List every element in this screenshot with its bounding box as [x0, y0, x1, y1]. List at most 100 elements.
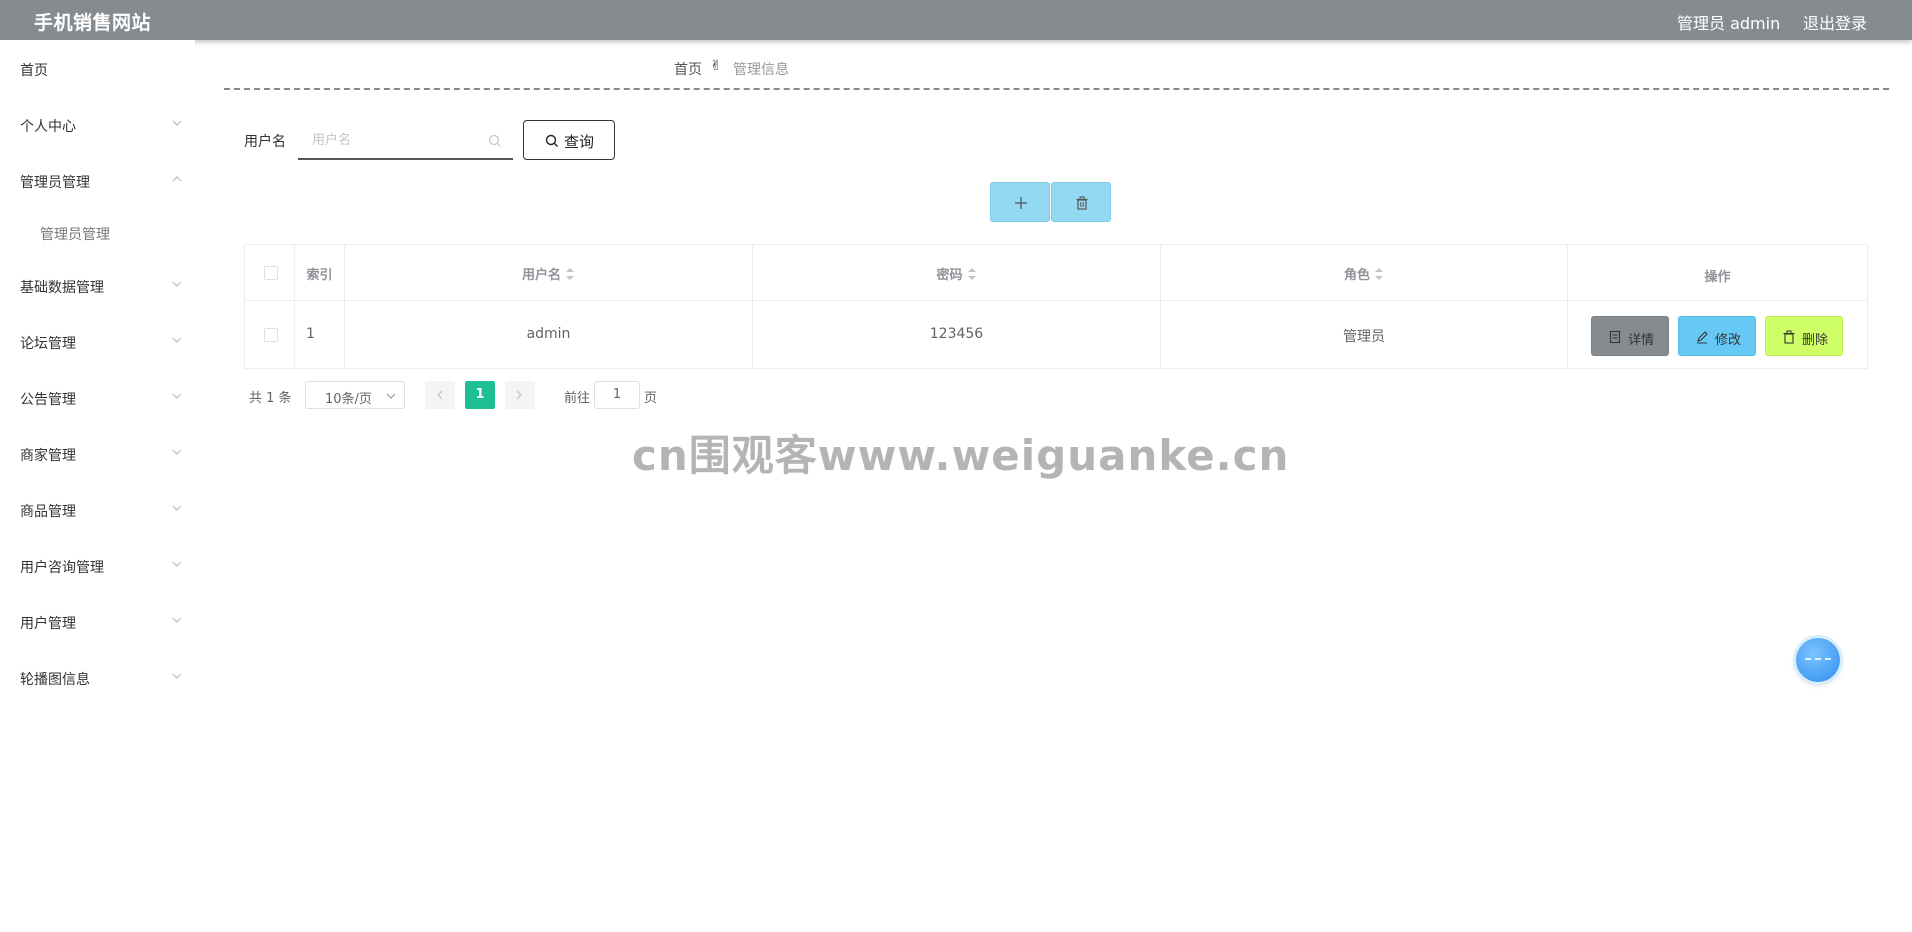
search-username-input[interactable] [298, 122, 488, 158]
sidebar-item-label: 管理员管理 [20, 175, 90, 191]
chevron-down-icon [170, 117, 184, 131]
pagination: 共 1 条 10条/页 1 前往 1 页 [244, 381, 744, 409]
chevron-down-icon [170, 614, 184, 628]
page-number-current[interactable]: 1 [465, 381, 495, 409]
sidebar-item-label: 管理员管理 [40, 227, 110, 243]
sidebar-item-label: 轮播图信息 [20, 672, 90, 688]
plus-icon [1015, 197, 1027, 209]
header-select-all-cell [245, 245, 295, 300]
pagination-total: 共 1 条 [249, 391, 292, 406]
sidebar-item-label: 用户咨询管理 [20, 560, 104, 576]
column-header-index: 索引 [295, 245, 345, 300]
column-label: 密码 [936, 268, 963, 283]
logout-link[interactable]: 退出登录 [1803, 10, 1867, 34]
sidebar-menu: 首页 个人中心 管理员管理 管理员管理 基础数据管理 论坛管理 公告管理 商家管… [0, 40, 195, 932]
top-header: 手机销售网站 管理员 admin 退出登录 [0, 0, 1912, 40]
goto-suffix: 页 [644, 391, 658, 406]
chevron-down-icon [170, 278, 184, 292]
sort-icon[interactable] [967, 267, 977, 281]
chevron-left-icon [437, 390, 443, 400]
cell-role: 管理员 [1161, 300, 1568, 368]
sidebar-item-product[interactable]: 商品管理 [0, 490, 195, 530]
column-header-actions: 操作 [1704, 270, 1731, 285]
edit-button[interactable]: 修改 [1678, 316, 1756, 356]
chevron-right-icon [516, 390, 522, 400]
next-page-button[interactable] [505, 381, 535, 409]
cell-username: admin [345, 300, 753, 368]
current-user-label: 管理员 admin [1677, 14, 1781, 33]
goto-label: 前往 [564, 391, 591, 406]
cell-actions: 详情 修改 删除 [1568, 300, 1867, 368]
column-header-role[interactable]: 角色 [1161, 245, 1568, 300]
sidebar-item-label: 公告管理 [20, 392, 76, 408]
trash-icon [1783, 330, 1795, 344]
breadcrumb-divider [224, 88, 1889, 90]
row-select-cell [245, 300, 295, 368]
watermark-text: cn围观客www.weiguanke.cn [632, 431, 1290, 480]
sidebar-item-carousel[interactable]: 轮播图信息 [0, 658, 195, 698]
sidebar-item-users[interactable]: 用户管理 [0, 602, 195, 642]
sidebar-item-label: 个人中心 [20, 119, 76, 135]
chevron-down-icon [170, 502, 184, 516]
sidebar-item-admin-management[interactable]: 管理员管理 [0, 161, 195, 201]
sidebar-item-label: 基础数据管理 [20, 280, 104, 296]
sidebar-item-merchant[interactable]: 商家管理 [0, 434, 195, 474]
dashes-icon [1805, 658, 1831, 660]
sidebar-item-label: 论坛管理 [20, 336, 76, 352]
add-button[interactable] [990, 182, 1050, 222]
cell-password: 123456 [753, 300, 1161, 368]
page-size-select[interactable]: 10条/页 [305, 381, 405, 409]
delete-button[interactable]: 删除 [1765, 316, 1843, 356]
query-button-label: 查询 [564, 133, 595, 151]
chevron-down-icon [170, 390, 184, 404]
column-label: 用户名 [521, 268, 561, 283]
sort-icon[interactable] [565, 267, 575, 281]
chevron-up-icon [170, 173, 184, 187]
breadcrumb-home[interactable]: 首页 [674, 59, 702, 79]
edit-button-label: 修改 [1715, 333, 1742, 348]
prev-page-button[interactable] [425, 381, 455, 409]
delete-button-label: 删除 [1802, 333, 1829, 348]
column-label: 角色 [1343, 268, 1370, 283]
sidebar-item-basic-data[interactable]: 基础数据管理 [0, 266, 195, 306]
sidebar-item-label: 用户管理 [20, 616, 76, 632]
chevron-down-icon [170, 446, 184, 460]
select-all-checkbox[interactable] [264, 266, 278, 280]
search-icon [488, 133, 502, 147]
hand-pointer-icon: ✌ [710, 58, 722, 74]
trash-icon [1076, 196, 1088, 210]
row-checkbox[interactable] [264, 328, 278, 342]
sidebar-item-personal-center[interactable]: 个人中心 [0, 105, 195, 145]
app-title: 手机销售网站 [34, 12, 152, 34]
sidebar-item-notice[interactable]: 公告管理 [0, 378, 195, 418]
chevron-down-icon [386, 393, 396, 399]
sidebar-item-forum[interactable]: 论坛管理 [0, 322, 195, 362]
detail-button[interactable]: 详情 [1591, 316, 1669, 356]
sidebar-item-label: 首页 [20, 63, 48, 79]
page-size-value: 10条/页 [325, 392, 372, 407]
sidebar-item-user-consult[interactable]: 用户咨询管理 [0, 546, 195, 586]
column-header-username[interactable]: 用户名 [345, 245, 753, 300]
cell-index: 1 [295, 300, 345, 368]
search-icon [545, 134, 559, 148]
sidebar-item-label: 商家管理 [20, 448, 76, 464]
sort-icon[interactable] [1374, 267, 1384, 281]
detail-button-label: 详情 [1628, 333, 1655, 348]
sidebar-item-label: 商品管理 [20, 504, 76, 520]
breadcrumb-current: 管理信息 [733, 62, 789, 78]
column-header-password[interactable]: 密码 [753, 245, 1161, 300]
search-username-label: 用户名 [244, 134, 286, 150]
batch-delete-button[interactable] [1051, 182, 1111, 222]
sidebar-item-home[interactable]: 首页 [0, 49, 195, 89]
admin-table: 索引 用户名 密码 角色 操作 1 admin 123456 管理员 详情 修改 [244, 244, 1868, 369]
chevron-down-icon [170, 670, 184, 684]
query-button[interactable]: 查询 [523, 120, 615, 160]
goto-page-input[interactable]: 1 [594, 381, 640, 409]
sidebar-subitem-admin-management[interactable]: 管理员管理 [0, 213, 195, 253]
chevron-down-icon [170, 334, 184, 348]
document-icon [1609, 330, 1621, 344]
search-username-box [298, 122, 513, 160]
chevron-down-icon [170, 558, 184, 572]
edit-icon [1697, 331, 1708, 344]
floating-assist-button[interactable] [1796, 638, 1840, 682]
